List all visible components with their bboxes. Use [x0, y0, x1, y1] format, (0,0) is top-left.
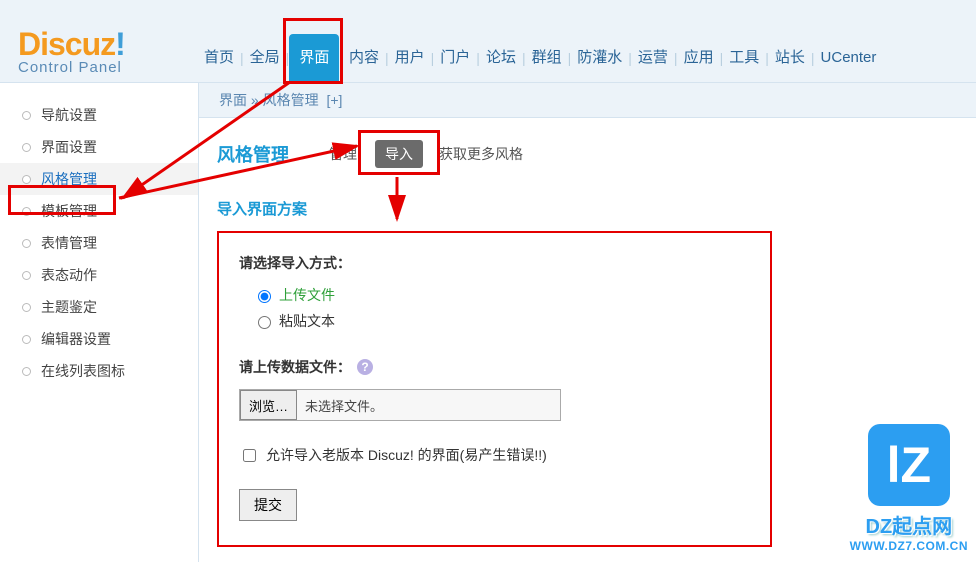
breadcrumb-a[interactable]: 界面 — [219, 92, 247, 108]
tab-manage[interactable]: 管理 — [329, 144, 357, 164]
sidebar: 导航设置界面设置风格管理模板管理表情管理表态动作主题鉴定编辑器设置在线列表图标 — [0, 83, 198, 562]
breadcrumb-sep: » — [251, 92, 259, 108]
sidebar-item-8[interactable]: 在线列表图标 — [0, 355, 198, 387]
radio-paste[interactable] — [258, 316, 271, 329]
file-status: 未选择文件。 — [305, 396, 383, 415]
nav-item-13[interactable]: UCenter — [815, 34, 883, 82]
watermark-logo: lZ — [868, 424, 950, 506]
link-more-styles[interactable]: 获取更多风格 — [439, 144, 523, 164]
sidebar-item-label[interactable]: 表态动作 — [41, 267, 97, 283]
logo: Discuz! Control Panel — [18, 26, 125, 76]
sidebar-item-1[interactable]: 界面设置 — [0, 131, 198, 163]
bullet-icon — [22, 175, 31, 184]
bullet-icon — [22, 303, 31, 312]
nav-item-1[interactable]: 全局 — [244, 34, 286, 82]
sidebar-item-2[interactable]: 风格管理 — [0, 163, 198, 195]
breadcrumb-expand[interactable]: [+] — [326, 92, 342, 108]
radio-upload[interactable] — [258, 290, 271, 303]
sidebar-item-label[interactable]: 编辑器设置 — [41, 331, 111, 347]
bullet-icon — [22, 239, 31, 248]
sidebar-item-6[interactable]: 主题鉴定 — [0, 291, 198, 323]
radio-upload-label[interactable]: 上传文件 — [279, 285, 335, 305]
upload-label: 请上传数据文件： — [239, 357, 351, 377]
nav-item-11[interactable]: 工具 — [723, 34, 765, 82]
sidebar-item-label[interactable]: 表情管理 — [41, 235, 97, 251]
page-title: 风格管理 — [217, 141, 289, 167]
nav-item-3[interactable]: 内容 — [343, 34, 385, 82]
watermark-title: DZ起点网 — [850, 510, 968, 539]
watermark: lZ DZ起点网 WWW.DZ7.COM.CN — [850, 424, 968, 553]
bullet-icon — [22, 271, 31, 280]
bullet-icon — [22, 207, 31, 216]
bullet-icon — [22, 335, 31, 344]
radio-paste-label[interactable]: 粘贴文本 — [279, 311, 335, 331]
sidebar-item-label[interactable]: 主题鉴定 — [41, 299, 97, 315]
sidebar-item-5[interactable]: 表态动作 — [0, 259, 198, 291]
bullet-icon — [22, 111, 31, 120]
main-nav: 首页|全局|界面|内容|用户|门户|论坛|群组|防灌水|运营|应用|工具|站长|… — [198, 34, 882, 82]
nav-item-5[interactable]: 门户 — [434, 34, 476, 82]
checkbox-allow-old[interactable] — [243, 449, 256, 462]
help-icon[interactable]: ? — [357, 359, 373, 375]
browse-button[interactable]: 浏览… — [240, 390, 297, 420]
nav-item-12[interactable]: 站长 — [769, 34, 811, 82]
submit-button[interactable]: 提交 — [239, 489, 297, 521]
sidebar-item-0[interactable]: 导航设置 — [0, 99, 198, 131]
sidebar-item-3[interactable]: 模板管理 — [0, 195, 198, 227]
checkbox-allow-old-label[interactable]: 允许导入老版本 Discuz! 的界面(易产生错误!!) — [266, 445, 547, 465]
sidebar-item-4[interactable]: 表情管理 — [0, 227, 198, 259]
tab-import-button[interactable]: 导入 — [375, 140, 423, 168]
sidebar-item-label[interactable]: 在线列表图标 — [41, 363, 125, 379]
logo-name: Discuz — [18, 26, 115, 62]
nav-item-9[interactable]: 运营 — [632, 34, 674, 82]
breadcrumb: 界面 » 风格管理 [+] — [199, 83, 976, 118]
watermark-url: WWW.DZ7.COM.CN — [850, 539, 968, 553]
import-form: 请选择导入方式： 上传文件 粘贴文本 请上传数据文件： ? 浏览… 未选择文件。… — [217, 231, 772, 547]
page-head: 风格管理 管理 导入 获取更多风格 — [217, 140, 976, 168]
section-subtitle: 导入界面方案 — [217, 198, 976, 219]
nav-item-2[interactable]: 界面 — [289, 34, 339, 82]
bullet-icon — [22, 367, 31, 376]
sidebar-item-label[interactable]: 模板管理 — [41, 203, 97, 219]
breadcrumb-b[interactable]: 风格管理 — [263, 92, 319, 108]
bullet-icon — [22, 143, 31, 152]
nav-item-8[interactable]: 防灌水 — [571, 34, 628, 82]
choose-method-label: 请选择导入方式： — [239, 253, 750, 273]
sidebar-item-7[interactable]: 编辑器设置 — [0, 323, 198, 355]
logo-bang: ! — [115, 26, 125, 62]
nav-item-4[interactable]: 用户 — [389, 34, 431, 82]
sidebar-item-label[interactable]: 界面设置 — [41, 139, 97, 155]
sidebar-item-label[interactable]: 导航设置 — [41, 107, 97, 123]
file-input[interactable]: 浏览… 未选择文件。 — [239, 389, 561, 421]
logo-subtitle: Control Panel — [18, 59, 125, 76]
nav-item-7[interactable]: 群组 — [526, 34, 568, 82]
nav-item-0[interactable]: 首页 — [198, 34, 240, 82]
nav-item-10[interactable]: 应用 — [678, 34, 720, 82]
sidebar-item-label[interactable]: 风格管理 — [41, 171, 97, 187]
nav-item-6[interactable]: 论坛 — [480, 34, 522, 82]
